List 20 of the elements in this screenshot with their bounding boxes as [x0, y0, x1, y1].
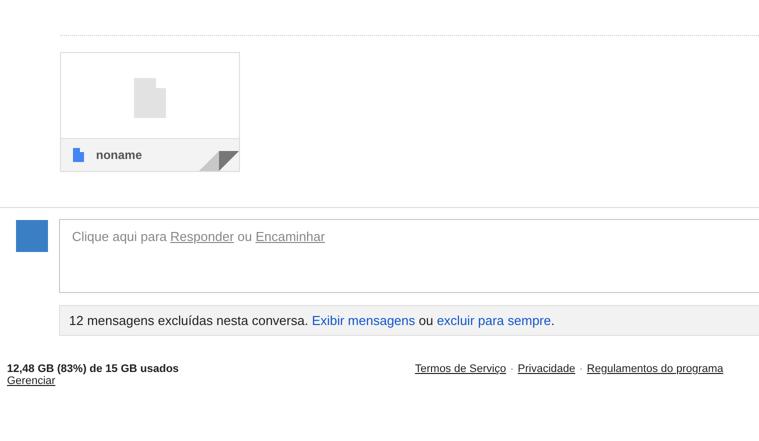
footer-link[interactable]: Termos de Serviço [415, 363, 506, 387]
delete-forever-link[interactable]: excluir para sempre [436, 313, 551, 328]
deleted-messages-notice: 12 mensagens excluídas nesta conversa. Exibir mensagens ou excluir para sempre. [69, 313, 555, 328]
footer-link[interactable]: Privacidade [518, 363, 576, 387]
separator-dot: · [510, 363, 514, 377]
forward-link[interactable]: Encaminhar [256, 229, 325, 244]
attachment-filename: noname [96, 148, 142, 162]
footer-link[interactable]: Regulamentos do programa [586, 363, 724, 387]
reply-box[interactable]: Clique aqui para Responder ou Encaminhar [59, 219, 759, 293]
avatar-photo-placeholder [16, 220, 48, 252]
reply-link[interactable]: Responder [170, 229, 234, 244]
show-messages-link[interactable]: Exibir mensagens [312, 313, 416, 328]
storage-usage: 12,48 GB (83%) de 15 GB usados [7, 363, 180, 375]
manage-link[interactable]: Gerenciar [7, 375, 415, 387]
document-icon [134, 78, 166, 118]
separator-dot: · [579, 363, 583, 377]
reply-prompt: Clique aqui para Responder ou Encaminhar [72, 229, 326, 244]
file-icon [73, 148, 84, 162]
page-curl-icon [199, 151, 239, 171]
attachment-card[interactable]: noname [60, 52, 240, 172]
